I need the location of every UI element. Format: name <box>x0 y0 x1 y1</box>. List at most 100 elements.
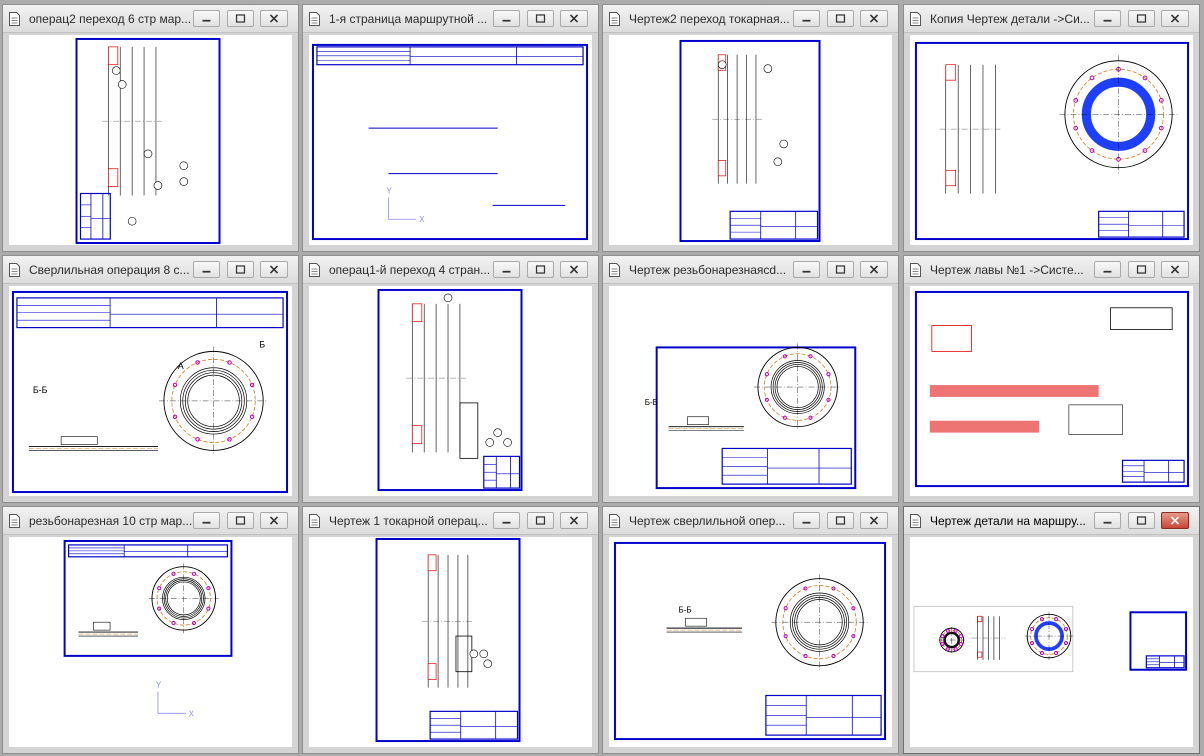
document-window[interactable]: Чертеж резьбонарезнаясd... Б-Б <box>602 255 899 503</box>
minimize-button[interactable] <box>1094 10 1121 27</box>
document-window[interactable]: Копия Чертеж детали ->Си... <box>903 4 1200 252</box>
window-titlebar[interactable]: резьбонарезная 10 стр мар... <box>3 507 298 535</box>
minimize-button[interactable] <box>193 512 220 529</box>
minimize-button[interactable] <box>193 10 220 27</box>
minimize-icon <box>1103 521 1112 524</box>
document-window[interactable]: операц2 переход 6 стр мар... <box>2 4 299 252</box>
close-button[interactable] <box>260 512 288 529</box>
drawing-canvas[interactable] <box>309 537 592 747</box>
drawing-canvas[interactable] <box>609 35 892 245</box>
window-titlebar[interactable]: Чертеж детали на маршру... <box>904 507 1199 535</box>
close-button[interactable] <box>560 512 588 529</box>
drawing-canvas[interactable]: Б-Б <box>609 286 892 496</box>
maximize-button[interactable] <box>827 10 854 27</box>
document-window[interactable]: Сверлильная операция 8 с... Б-Б А Б <box>2 255 299 503</box>
document-window[interactable]: Чертеж 1 токарной операц... <box>302 506 599 754</box>
axis-y-label: Y <box>386 186 392 195</box>
minimize-icon <box>802 19 811 22</box>
maximize-icon <box>235 516 246 525</box>
maximize-button[interactable] <box>1128 512 1155 529</box>
maximize-icon <box>835 14 846 23</box>
part-longitudinal-view <box>422 554 474 688</box>
maximize-button[interactable] <box>227 261 254 278</box>
window-titlebar[interactable]: Чертеж 1 токарной операц... <box>303 507 598 535</box>
window-titlebar[interactable]: 1-я страница маршрутной ... <box>303 5 598 33</box>
document-window[interactable]: Чертеж детали на маршру... <box>903 506 1200 754</box>
document-window[interactable]: резьбонарезная 10 стр мар... Y X <box>2 506 299 754</box>
close-button[interactable] <box>560 261 588 278</box>
maximize-button[interactable] <box>827 261 854 278</box>
document-window[interactable]: операц1-й переход 4 стран... <box>302 255 599 503</box>
drawing-canvas[interactable] <box>910 35 1193 245</box>
window-titlebar[interactable]: Чертеж2 переход токарная... <box>603 5 898 33</box>
document-window[interactable]: Чертеж сверлильной опер... Б-Б <box>602 506 899 754</box>
window-titlebar[interactable]: Сверлильная операция 8 с... <box>3 256 298 284</box>
maximize-button[interactable] <box>527 261 554 278</box>
minimize-button[interactable] <box>793 512 820 529</box>
minimize-button[interactable] <box>493 261 520 278</box>
document-icon <box>309 12 320 26</box>
window-title: Чертеж лавы №1 ->Систе... <box>930 263 1084 277</box>
drawing-sheet-frame <box>1129 611 1188 671</box>
drawing-canvas[interactable]: YX <box>9 537 292 747</box>
close-button[interactable] <box>1161 10 1189 27</box>
drawing-canvas[interactable] <box>910 286 1193 496</box>
close-button[interactable] <box>1161 512 1189 529</box>
minimize-button[interactable] <box>493 10 520 27</box>
window-titlebar[interactable]: операц2 переход 6 стр мар... <box>3 5 298 33</box>
maximize-button[interactable] <box>527 512 554 529</box>
maximize-button[interactable] <box>227 10 254 27</box>
drawing-svg <box>913 605 1188 673</box>
drawing-canvas[interactable]: Б-Б <box>609 537 892 747</box>
minimize-icon <box>202 19 211 22</box>
window-titlebar[interactable]: операц1-й переход 4 стран... <box>303 256 598 284</box>
drawing-svg: YX <box>311 43 589 241</box>
close-button[interactable] <box>260 10 288 27</box>
drawing-sheet-frame <box>75 37 221 245</box>
close-button[interactable] <box>260 261 288 278</box>
document-window[interactable]: 1-я страница маршрутной ... Y X <box>302 4 599 252</box>
drawing-sheet-frame <box>613 541 887 741</box>
maximize-button[interactable] <box>827 512 854 529</box>
drawing-canvas[interactable] <box>9 35 292 245</box>
minimize-button[interactable] <box>1094 261 1121 278</box>
close-icon <box>869 265 879 274</box>
maximize-icon <box>535 265 546 274</box>
close-button[interactable] <box>560 10 588 27</box>
close-icon <box>869 516 879 525</box>
view-b-label: Б <box>259 339 265 349</box>
close-button[interactable] <box>860 10 888 27</box>
minimize-button[interactable] <box>793 261 820 278</box>
minimize-icon <box>1103 19 1112 22</box>
window-title: Чертеж2 переход токарная... <box>629 12 790 26</box>
window-titlebar[interactable]: Чертеж сверлильной опер... <box>603 507 898 535</box>
close-button[interactable] <box>860 261 888 278</box>
document-window[interactable]: Чертеж лавы №1 ->Систе... <box>903 255 1200 503</box>
close-icon <box>269 265 279 274</box>
drawing-canvas[interactable] <box>910 537 1193 747</box>
close-button[interactable] <box>1161 261 1189 278</box>
drawing-canvas[interactable]: Б-Б А Б <box>9 286 292 496</box>
minimize-button[interactable] <box>1094 512 1121 529</box>
close-icon <box>869 14 879 23</box>
flange-view <box>158 346 269 456</box>
maximize-button[interactable] <box>227 512 254 529</box>
maximize-button[interactable] <box>1128 261 1155 278</box>
minimize-button[interactable] <box>493 512 520 529</box>
window-title: Сверлильная операция 8 с... <box>29 263 190 277</box>
window-titlebar[interactable]: Чертеж резьбонарезнаясd... <box>603 256 898 284</box>
document-icon <box>9 263 20 277</box>
minimize-button[interactable] <box>793 10 820 27</box>
document-icon <box>309 514 320 528</box>
window-titlebar[interactable]: Копия Чертеж детали ->Си... <box>904 5 1199 33</box>
maximize-button[interactable] <box>527 10 554 27</box>
drawing-canvas[interactable] <box>309 286 592 496</box>
close-button[interactable] <box>860 512 888 529</box>
maximize-button[interactable] <box>1128 10 1155 27</box>
document-window[interactable]: Чертеж2 переход токарная... <box>602 4 899 252</box>
ucs-axes: YX <box>156 681 195 719</box>
window-titlebar[interactable]: Чертеж лавы №1 ->Систе... <box>904 256 1199 284</box>
section-b-b <box>28 436 158 451</box>
drawing-canvas[interactable]: YX <box>309 35 592 245</box>
minimize-button[interactable] <box>193 261 220 278</box>
